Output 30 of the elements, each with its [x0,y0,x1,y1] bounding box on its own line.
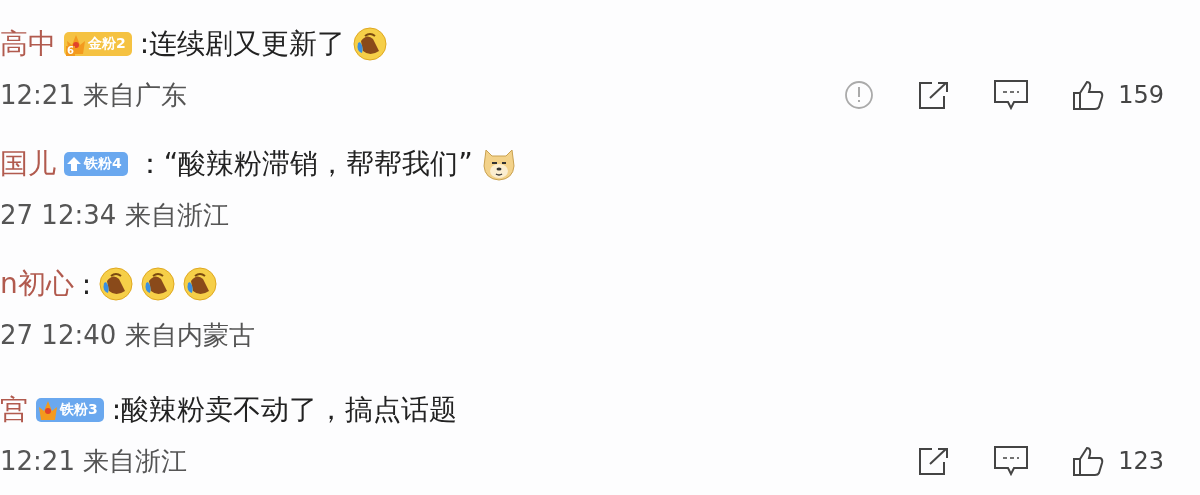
username[interactable]: n初心 [0,265,74,303]
laughing-emoji-icon [141,267,176,301]
share-icon[interactable] [918,446,951,476]
username[interactable]: 宫 [0,391,28,429]
fan-badge: 铁粉4 [64,152,128,176]
comment-text: : [81,267,92,301]
username[interactable]: 国儿 [0,145,56,183]
fan-badge: 铁粉3 [36,398,104,422]
comment-text: ：“酸辣粉滞销，帮帮我们” [135,146,473,182]
arrow-up-icon [66,156,82,172]
like-count: 123 [1118,447,1164,475]
comment-meta: 12:21 来自广东 [0,78,188,112]
laughing-emoji-icon [183,267,218,301]
fan-badge: 6 金粉2 [64,32,132,56]
badge-level: 6 [66,46,75,56]
comment-text: :酸辣粉卖不动了，搞点话题 [111,392,458,428]
share-icon[interactable] [918,80,951,110]
comment-meta: 12:21 来自浙江 [0,444,188,478]
crown-icon [38,399,58,421]
thumbs-up-icon[interactable] [1072,80,1105,110]
laughing-emoji-icon [99,267,134,301]
username[interactable]: 高中 [0,25,56,63]
comment-meta: 27 12:34 来自浙江 [0,198,229,232]
comment-icon[interactable] [994,446,1029,476]
thumbs-up-icon[interactable] [1072,446,1105,476]
comment-meta: 27 12:40 来自内蒙古 [0,318,255,352]
laughing-emoji-icon [353,27,388,61]
comment-icon[interactable] [994,80,1029,110]
like-count: 159 [1118,81,1164,109]
comment-text: :连续剧又更新了 [139,26,346,62]
